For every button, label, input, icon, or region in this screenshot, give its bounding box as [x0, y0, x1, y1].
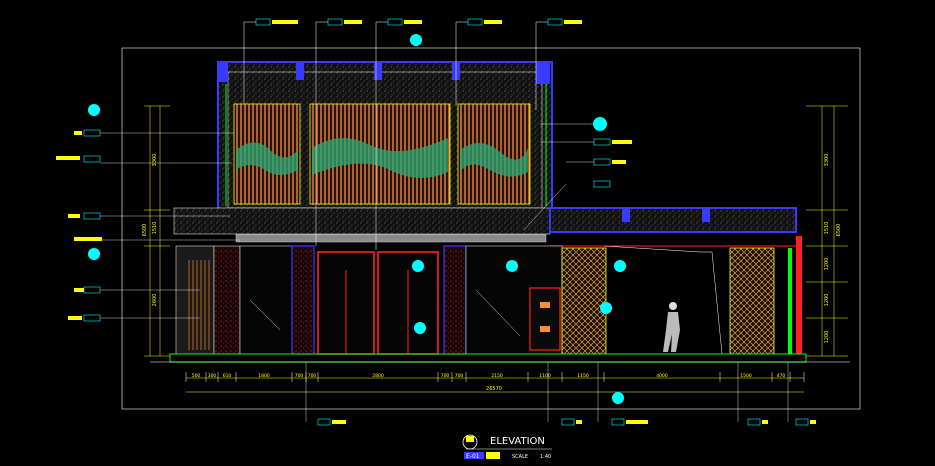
- dim-left-4: 6500: [142, 224, 148, 237]
- right-canopy: [549, 207, 797, 253]
- dim-left-1: 3300: [152, 154, 158, 167]
- louver-panel-center: [309, 103, 451, 205]
- dimension-label: 470: [777, 373, 786, 379]
- title-block: ELEVATION E-01 SCALE 1:40: [462, 434, 552, 460]
- title-id: E-01: [466, 453, 480, 460]
- dimension-label: 700: [441, 373, 450, 379]
- dimension-label: 700: [295, 373, 304, 379]
- dimension-total: 26570: [486, 386, 502, 392]
- upper-facade: [217, 61, 553, 211]
- dimension-label: 1150: [577, 373, 589, 379]
- dim-right-3: 1200: [824, 258, 830, 271]
- dimension-label: 1100: [539, 373, 551, 379]
- dimension-label: 500: [192, 373, 201, 379]
- human-figure: [663, 302, 680, 352]
- dimension-label: 700: [455, 373, 464, 379]
- fascia-band: [235, 233, 547, 243]
- ground-floor: [175, 236, 802, 355]
- dim-left-3: 2600: [152, 294, 158, 307]
- dimension-label: 4000: [656, 373, 668, 379]
- elevation-drawing: 500 300 610 1800 700 700 2800 700 700 2150 1100 115…: [56, 18, 861, 460]
- louver-panel-right: [457, 103, 531, 205]
- dim-left-2: 1510: [152, 222, 158, 235]
- dimension-label: 610: [223, 373, 232, 379]
- dimension-label: 2150: [491, 373, 503, 379]
- dimension-label: 300: [208, 373, 217, 379]
- dim-right-1: 3300: [824, 154, 830, 167]
- dim-right-6: 6500: [836, 224, 842, 237]
- base-plinth: [169, 353, 807, 363]
- dim-right-4: 1200: [824, 294, 830, 307]
- dimension-label: 700: [308, 373, 317, 379]
- scale-value: 1:40: [540, 454, 551, 460]
- dim-right-5: 1200: [824, 331, 830, 344]
- title-main: ELEVATION: [490, 436, 545, 447]
- top-tags: [255, 18, 582, 46]
- scale-label: SCALE: [512, 454, 528, 460]
- louver-panel-left: [233, 103, 301, 205]
- dimension-label: 1500: [740, 373, 752, 379]
- dimension-label: 2800: [372, 373, 384, 379]
- left-dimensions: 3300 1510 2600 6500: [142, 105, 170, 357]
- bottom-tags: [305, 362, 816, 426]
- dim-right-2: 1510: [824, 222, 830, 235]
- bottom-dimensions: 500 300 610 1800 700 700 2800 700 700 2150 1100 115…: [185, 372, 805, 393]
- right-dimensions: 3300 1510 1200 1200 1200 6500: [806, 105, 848, 357]
- dimension-label: 1800: [258, 373, 270, 379]
